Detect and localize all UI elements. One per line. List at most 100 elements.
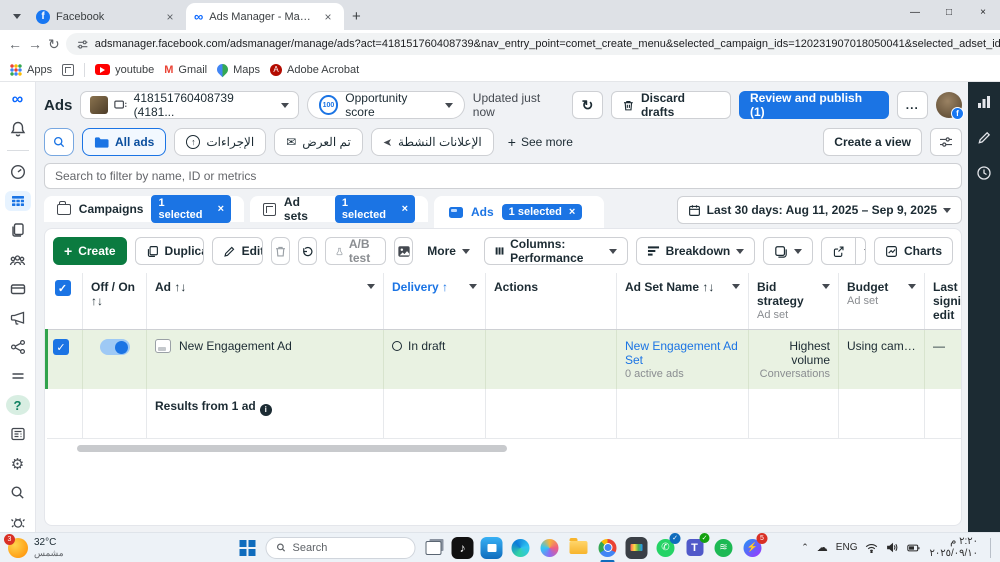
opportunity-score[interactable]: 100 Opportunity score [306, 91, 465, 119]
tab-ads[interactable]: Ads 1 selected × [434, 196, 604, 228]
refresh-button[interactable]: ↻ [571, 91, 604, 119]
filter-active-ads-tab[interactable]: ➤ الإعلانات النشطة [370, 128, 494, 156]
bookmark-maps[interactable]: Maps [214, 61, 260, 78]
filter-actions-tab[interactable]: ↑ الإجراءات [174, 128, 267, 156]
campaigns-nav-icon[interactable] [4, 191, 31, 212]
forward-button[interactable]: → [28, 36, 42, 52]
menu-lines-icon[interactable] [5, 366, 31, 386]
horizontal-scrollbar[interactable] [77, 444, 507, 452]
col-actions[interactable]: Actions [485, 273, 617, 330]
teams-app-icon[interactable]: T ✓ [684, 532, 710, 559]
whatsapp-app-icon[interactable]: ✆ ✓ [655, 532, 681, 559]
spotify-app-icon[interactable]: ≋ [713, 537, 735, 559]
delete-button[interactable] [270, 237, 290, 265]
clear-selection-icon[interactable]: × [402, 203, 408, 215]
window-maximize-button[interactable]: □ [932, 0, 966, 24]
assets-icon[interactable] [5, 337, 31, 357]
tab-campaigns[interactable]: Campaigns 1 selected × [44, 195, 244, 223]
help-icon[interactable]: ? [5, 395, 30, 416]
audiences-icon[interactable] [5, 250, 31, 270]
row-checkbox[interactable]: ✓ [53, 339, 69, 355]
edge-app-icon[interactable] [510, 537, 532, 559]
edit-pencil-icon[interactable] [977, 130, 992, 145]
sort-icon[interactable]: ↑ [442, 280, 448, 294]
battery-pen-icon[interactable] [907, 543, 921, 553]
account-overview-icon[interactable] [5, 162, 31, 182]
taskbar-search[interactable]: Search [265, 536, 416, 559]
bookmark-youtube[interactable]: youtube [95, 64, 154, 76]
copilot-app-icon[interactable] [539, 537, 561, 559]
column-menu-icon[interactable] [822, 284, 830, 289]
info-icon[interactable]: i [259, 403, 272, 416]
bookmark-apps[interactable]: Apps [10, 63, 52, 76]
messenger-app-icon[interactable]: ⚡ 5 [742, 532, 768, 559]
select-all-checkbox[interactable]: ✓ [54, 280, 71, 296]
col-budget[interactable]: Budget Ad set [838, 273, 925, 330]
clear-selection-icon[interactable]: × [569, 206, 575, 218]
notifications-bell-icon[interactable] [5, 119, 31, 139]
browser-tab-ads-manager[interactable]: ∞ Ads Manager - Manage ads - A × [186, 3, 344, 30]
bookmark-adobe[interactable]: A Adobe Acrobat [270, 63, 359, 76]
filter-settings-button[interactable] [930, 128, 962, 156]
sort-icon[interactable]: ↑↓ [702, 280, 714, 294]
store-app-icon[interactable] [480, 536, 503, 559]
settings-gear-icon[interactable]: ⚙ [5, 454, 31, 474]
browser-tab-facebook[interactable]: f Facebook × [28, 3, 186, 30]
column-menu-icon[interactable] [732, 284, 740, 289]
tab-ad-sets[interactable]: Ad sets 1 selected × [250, 195, 428, 223]
edit-button[interactable]: Edit [213, 238, 262, 264]
window-close-button[interactable]: × [966, 0, 1000, 24]
preview-button[interactable] [394, 237, 414, 265]
show-desktop-button[interactable] [990, 537, 992, 558]
export-dropdown[interactable] [855, 238, 866, 264]
taskbar-clock[interactable]: ٢:٢٠ م ٢٠٢٥/٠٩/١٠ [929, 536, 978, 559]
sort-icon[interactable]: ↑↓ [174, 280, 186, 294]
pages-icon[interactable] [5, 220, 31, 240]
more-button[interactable]: More [421, 244, 476, 258]
filter-all-ads[interactable]: All ads [82, 128, 167, 156]
address-bar[interactable]: adsmanager.facebook.com/adsmanager/manag… [65, 33, 1000, 55]
site-settings-icon[interactable] [76, 38, 89, 51]
ad-set-link[interactable]: New Engagement Ad Set [625, 339, 740, 367]
columns-button[interactable]: Columns: Performance [483, 237, 628, 265]
col-ad-set-name[interactable]: Ad Set Name ↑↓ [616, 273, 749, 330]
tray-chevron-icon[interactable]: ⌃ [801, 542, 809, 553]
duplicate-button[interactable]: Duplicate [136, 238, 203, 264]
export-button[interactable] [822, 238, 855, 264]
clear-selection-icon[interactable]: × [218, 203, 224, 215]
table-row[interactable]: ✓ New Engagement Ad In draft New Engagem… [45, 329, 961, 389]
tab-search-chevron-icon[interactable] [6, 5, 28, 27]
undo-button[interactable] [297, 237, 317, 265]
see-more-button[interactable]: + See more [502, 134, 579, 150]
ads-megaphone-icon[interactable] [5, 308, 31, 328]
more-options-button[interactable]: ... [896, 91, 929, 119]
back-button[interactable]: ← [8, 36, 22, 52]
col-ad[interactable]: Ad ↑↓ [146, 273, 384, 330]
window-minimize-button[interactable]: — [898, 0, 932, 24]
start-button[interactable] [237, 537, 259, 559]
review-publish-button[interactable]: Review and publish (1) [739, 91, 889, 119]
col-last-edit[interactable]: Last significant edit [924, 273, 961, 330]
ad-status-toggle[interactable] [99, 339, 130, 355]
filter-search-button[interactable] [44, 128, 74, 156]
reload-button[interactable]: ↻ [48, 36, 60, 53]
media-app-icon[interactable] [625, 536, 648, 559]
sort-icon[interactable]: ↑↓ [91, 294, 138, 308]
column-menu-icon[interactable] [908, 284, 916, 289]
user-avatar[interactable] [936, 92, 965, 120]
col-bid-strategy[interactable]: Bid strategy Ad set [748, 273, 839, 330]
weather-widget[interactable]: 3 32°C مشمس [4, 533, 64, 559]
account-selector[interactable]: 418151760408739 (4181... [80, 91, 299, 119]
bug-report-icon[interactable] [5, 512, 31, 532]
new-tab-button[interactable]: + [352, 8, 361, 25]
reading-list-icon[interactable] [62, 63, 75, 76]
campaigns-selected-badge[interactable]: 1 selected × [151, 195, 231, 223]
reports-button[interactable] [763, 237, 814, 265]
volume-icon[interactable] [886, 542, 899, 553]
charts-button[interactable]: Charts [874, 237, 954, 265]
reports-icon[interactable] [5, 424, 31, 444]
chrome-app-icon[interactable] [597, 537, 619, 562]
breakdown-button[interactable]: Breakdown [635, 237, 756, 265]
column-menu-icon[interactable] [367, 284, 375, 289]
ads-selected-badge[interactable]: 1 selected × [501, 204, 583, 220]
